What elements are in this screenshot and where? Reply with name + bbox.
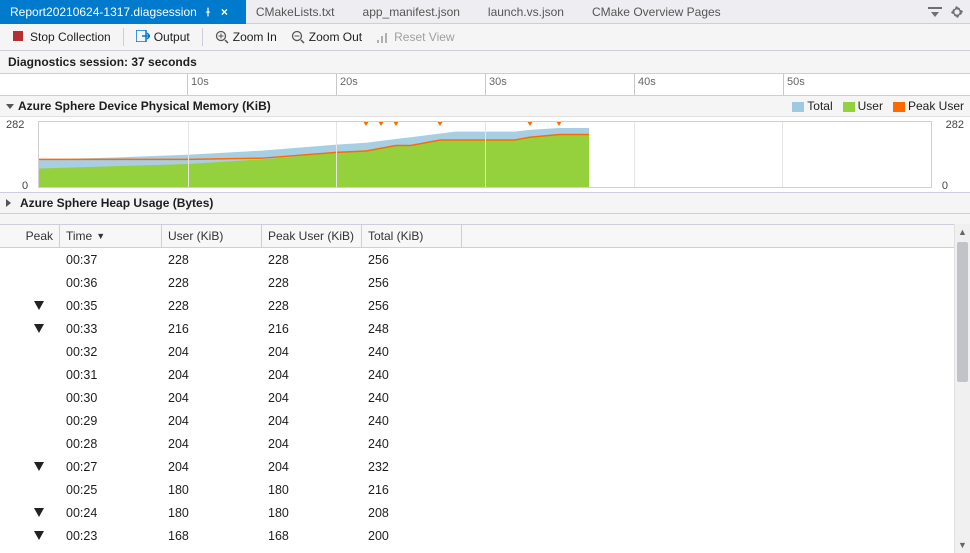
reset-view-button[interactable]: Reset View <box>370 27 460 47</box>
vertical-scrollbar[interactable]: ▲ ▼ <box>954 224 970 553</box>
scroll-down-icon[interactable]: ▼ <box>955 537 970 553</box>
memory-table: Peak Time▼ User (KiB) Peak User (KiB) To… <box>0 224 970 553</box>
table-row[interactable]: 00:24180180208 <box>0 501 970 524</box>
y-axis-min-left: 0 <box>22 180 28 192</box>
legend-peak: Peak User <box>893 99 964 113</box>
table-row[interactable]: 00:36228228256 <box>0 271 970 294</box>
column-spacer <box>462 225 970 247</box>
tab-overflow-icon[interactable] <box>928 7 942 17</box>
tab-app-manifest[interactable]: app_manifest.json <box>353 0 478 24</box>
tab-cmakelists[interactable]: CMakeLists.txt <box>246 0 353 24</box>
table-body: 00:3722822825600:3622822825600:352282282… <box>0 248 970 553</box>
zoom-out-icon <box>291 30 305 44</box>
tab-cmake-overview[interactable]: CMake Overview Pages <box>582 0 739 24</box>
table-row[interactable]: 00:37228228256 <box>0 248 970 271</box>
ruler-tick: 30s <box>485 74 507 96</box>
flag-marker-icon <box>34 301 44 310</box>
table-row[interactable]: 00:25180180216 <box>0 478 970 501</box>
legend-total: Total <box>792 99 832 113</box>
separator <box>123 28 124 46</box>
y-axis-min-right: 0 <box>942 180 948 192</box>
output-icon <box>136 30 150 44</box>
flag-marker-icon <box>34 462 44 471</box>
zoom-in-icon <box>215 30 229 44</box>
tab-tools <box>928 5 970 19</box>
table-row[interactable]: 00:28204204240 <box>0 432 970 455</box>
ruler-tick: 40s <box>634 74 656 96</box>
chart-heap-header[interactable]: Azure Sphere Heap Usage (Bytes) <box>0 193 970 214</box>
chart-legend: Total User Peak User <box>792 99 964 113</box>
document-tabs: Report20210624-1317.diagsession × CMakeL… <box>0 0 970 24</box>
chart-memory[interactable]: 282 0 282 0 <box>0 117 970 193</box>
diagnostics-toolbar: Stop Collection Output Zoom In Zoom Out … <box>0 24 970 51</box>
output-button[interactable]: Output <box>130 27 196 47</box>
stop-icon <box>12 30 26 44</box>
chart-memory-header[interactable]: Azure Sphere Device Physical Memory (KiB… <box>0 96 970 117</box>
caret-down-icon <box>6 104 14 109</box>
flag-marker-icon <box>34 508 44 517</box>
scroll-thumb[interactable] <box>957 242 968 382</box>
table-row[interactable]: 00:27204204232 <box>0 455 970 478</box>
flag-marker-icon <box>34 324 44 333</box>
stop-collection-button[interactable]: Stop Collection <box>6 27 117 47</box>
tab-active-report[interactable]: Report20210624-1317.diagsession × <box>0 0 246 24</box>
tab-launch-vs[interactable]: launch.vs.json <box>478 0 582 24</box>
y-axis-max-left: 282 <box>6 119 24 131</box>
table-row[interactable]: 00:23168168200 <box>0 524 970 547</box>
table-row[interactable]: 00:35228228256 <box>0 294 970 317</box>
sort-desc-icon: ▼ <box>96 231 105 241</box>
column-peak-user[interactable]: Peak User (KiB) <box>262 225 362 247</box>
column-user[interactable]: User (KiB) <box>162 225 262 247</box>
separator <box>202 28 203 46</box>
zoom-in-button[interactable]: Zoom In <box>209 27 283 47</box>
table-row[interactable]: 00:29204204240 <box>0 409 970 432</box>
reset-view-icon <box>376 30 390 44</box>
y-axis-max-right: 282 <box>946 119 964 131</box>
scroll-up-icon[interactable]: ▲ <box>955 224 970 240</box>
ruler-tick: 50s <box>783 74 805 96</box>
table-header: Peak Time▼ User (KiB) Peak User (KiB) To… <box>0 224 970 248</box>
table-row[interactable]: 00:22156156192 <box>0 547 970 553</box>
flag-marker-icon <box>34 531 44 540</box>
column-time[interactable]: Time▼ <box>60 225 162 247</box>
gear-icon[interactable] <box>950 5 964 19</box>
table-row[interactable]: 00:32204204240 <box>0 340 970 363</box>
zoom-out-button[interactable]: Zoom Out <box>285 27 368 47</box>
time-ruler[interactable]: 10s 20s 30s 40s 50s <box>0 74 970 96</box>
legend-user: User <box>843 99 883 113</box>
pin-icon[interactable] <box>203 7 213 17</box>
table-row[interactable]: 00:30204204240 <box>0 386 970 409</box>
tab-label: Report20210624-1317.diagsession <box>10 5 197 19</box>
ruler-tick: 10s <box>187 74 209 96</box>
column-total[interactable]: Total (KiB) <box>362 225 462 247</box>
ruler-tick: 20s <box>336 74 358 96</box>
table-row[interactable]: 00:33216216248 <box>0 317 970 340</box>
session-label: Diagnostics session: 37 seconds <box>0 51 970 74</box>
table-row[interactable]: 00:31204204240 <box>0 363 970 386</box>
caret-right-icon <box>6 199 15 207</box>
close-icon[interactable]: × <box>221 5 228 19</box>
column-peak[interactable]: Peak <box>0 225 60 247</box>
